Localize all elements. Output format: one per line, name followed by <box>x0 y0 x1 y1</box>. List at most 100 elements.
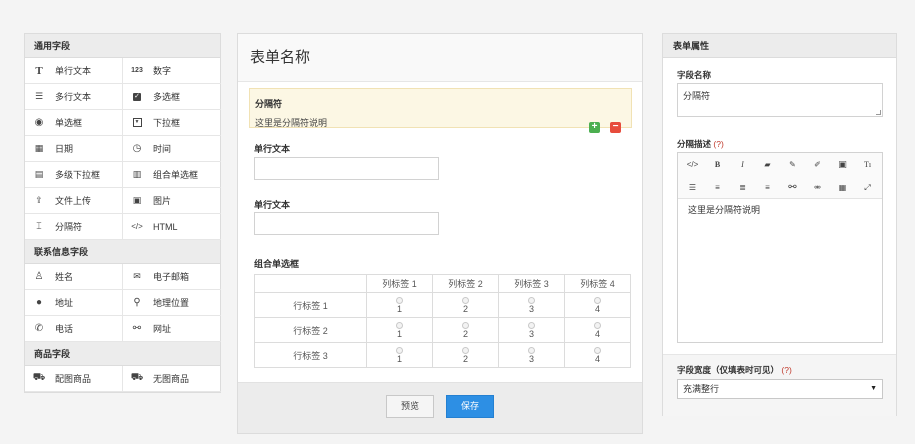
matrix-cell: 3 <box>498 342 565 368</box>
palette-item-label: 电话 <box>55 324 74 334</box>
radio-value: 3 <box>528 303 534 314</box>
align-left-icon[interactable]: ≡ <box>705 176 730 199</box>
palette-section-title: 通用字段 <box>25 34 220 58</box>
separator-actions: + − <box>589 122 621 133</box>
pencil-icon[interactable]: ✎ <box>780 153 805 176</box>
matrix-option[interactable]: 4 <box>565 296 630 314</box>
separator-field[interactable]: 分隔符 这里是分隔符说明 + − <box>249 88 632 133</box>
save-button[interactable]: 保存 <box>446 395 494 418</box>
link-icon[interactable]: ⚯ <box>780 176 805 199</box>
matrix-option[interactable]: 2 <box>433 296 498 314</box>
radio-button[interactable] <box>462 346 469 354</box>
align-right-icon[interactable]: ≡ <box>755 176 780 199</box>
matrix-option[interactable]: 1 <box>367 321 432 339</box>
radio-button[interactable] <box>528 346 535 354</box>
palette-item-label: 下拉框 <box>153 118 181 128</box>
palette-item[interactable]: ⌶ 分隔符 <box>25 214 123 240</box>
fullscreen-icon[interactable]: ⤢ <box>855 176 880 199</box>
radio-button[interactable] <box>594 346 601 354</box>
single-line-input[interactable] <box>254 212 439 235</box>
palette-item[interactable]: ◷ 时间 <box>123 136 221 162</box>
palette-item[interactable]: T 单行文本 <box>25 58 123 84</box>
number-icon: 123 <box>131 67 143 74</box>
field-name-value: 分隔符 <box>683 91 711 101</box>
matrix-option[interactable]: 2 <box>433 321 498 339</box>
palette-item[interactable]: ⚲ 地理位置 <box>123 290 221 316</box>
palette-item[interactable]: ✉ 电子邮箱 <box>123 264 221 290</box>
palette-item[interactable]: ⇪ 文件上传 <box>25 188 123 214</box>
remove-field-icon[interactable]: − <box>610 122 621 133</box>
image-icon[interactable]: ▣ <box>830 153 855 176</box>
palette-item[interactable]: ● 地址 <box>25 290 123 316</box>
palette-item[interactable]: ▣ 图片 <box>123 188 221 214</box>
palette-item[interactable]: ✓ 多选框 <box>123 84 221 110</box>
radio-button[interactable] <box>396 346 403 354</box>
palette-item[interactable]: ▤ 多级下拉框 <box>25 162 123 188</box>
width-select[interactable]: 充满整行 ▼ <box>677 379 883 399</box>
calendar-icon: ▦ <box>34 143 44 153</box>
unlink-icon[interactable]: ⚮ <box>805 176 830 199</box>
palette-item-label: 单选框 <box>55 118 83 128</box>
editor-content[interactable]: 这里是分隔符说明 <box>678 199 882 220</box>
radio-button[interactable] <box>528 296 535 304</box>
palette-item[interactable]: 123 数字 <box>123 58 221 84</box>
matrix-column-header: 列标签 4 <box>564 274 631 293</box>
matrix-row: 行标签 1 1 2 3 4 <box>254 292 631 318</box>
palette-item[interactable]: ✆ 电话 <box>25 316 123 342</box>
phone-icon: ✆ <box>34 323 44 334</box>
radio-button[interactable] <box>594 321 601 329</box>
field-name-textarea[interactable]: 分隔符 <box>677 83 883 117</box>
add-field-icon[interactable]: + <box>589 122 600 133</box>
field-label: 单行文本 <box>254 144 291 154</box>
radio-button[interactable] <box>462 321 469 329</box>
radio-button[interactable] <box>462 296 469 304</box>
checkbox-icon: ✓ <box>133 92 141 101</box>
palette-item[interactable]: ▥ 组合单选框 <box>123 162 221 188</box>
help-link[interactable]: (?) <box>713 139 723 149</box>
help-link[interactable]: (?) <box>781 365 791 375</box>
palette-item[interactable]: ☰ 多行文本 <box>25 84 123 110</box>
list-icon[interactable]: ☰ <box>680 176 705 199</box>
matrix-option[interactable]: 4 <box>565 346 630 364</box>
preview-button[interactable]: 预览 <box>386 395 434 418</box>
single-line-input[interactable] <box>254 157 439 180</box>
matrix-option[interactable]: 3 <box>499 321 564 339</box>
radio-button[interactable] <box>594 296 601 304</box>
radio-button[interactable] <box>396 321 403 329</box>
text-size-icon[interactable]: Tı <box>855 153 880 176</box>
palette-item[interactable]: ⛟ 无图商品 <box>123 366 221 392</box>
matrix-option[interactable]: 3 <box>499 296 564 314</box>
matrix-option[interactable]: 2 <box>433 346 498 364</box>
code-icon[interactable]: </> <box>680 153 705 176</box>
palette-item-label: 地理位置 <box>153 298 190 308</box>
eraser-icon[interactable]: ▰ <box>755 153 780 176</box>
palette-item[interactable]: </> HTML <box>123 214 221 240</box>
matrix-option[interactable]: 1 <box>367 296 432 314</box>
properties-panel: 表单属性 字段名称 分隔符 分隔描述 (?) </> B I ▰ ✎ ✐ ▣ Tı ☰ ≡ ≣ ≡ ⚯ ⚮… <box>662 33 897 416</box>
form-title[interactable]: 表单名称 <box>238 34 642 82</box>
italic-icon[interactable]: I <box>730 153 755 176</box>
palette-item[interactable]: ◉ 单选框 <box>25 110 123 136</box>
resize-grip-icon[interactable] <box>876 110 881 115</box>
align-center-icon[interactable]: ≣ <box>730 176 755 199</box>
matrix-row: 行标签 2 1 2 3 4 <box>254 317 631 343</box>
radio-button[interactable] <box>528 321 535 329</box>
palette-item[interactable]: ♙ 姓名 <box>25 264 123 290</box>
text-icon: T <box>35 64 43 77</box>
bold-icon[interactable]: B <box>705 153 730 176</box>
matrix-option[interactable]: 1 <box>367 346 432 364</box>
palette-item[interactable]: ⛟ 配图商品 <box>25 366 123 392</box>
palette-item[interactable]: ⚯ 网址 <box>123 316 221 342</box>
paragraph-icon: ☰ <box>34 91 44 101</box>
rich-text-editor[interactable]: </> B I ▰ ✎ ✐ ▣ Tı ☰ ≡ ≣ ≡ ⚯ ⚮ ▦ ⤢ 这里是分隔符说明 <box>677 152 883 343</box>
palette-item[interactable]: ▼ 下拉框 <box>123 110 221 136</box>
brush-icon[interactable]: ✐ <box>805 153 830 176</box>
palette-item[interactable]: ▦ 日期 <box>25 136 123 162</box>
radio-button[interactable] <box>396 296 403 304</box>
matrix-option[interactable]: 4 <box>565 321 630 339</box>
matrix-cell: 4 <box>564 317 631 343</box>
palette-item-label: 文件上传 <box>55 196 92 206</box>
palette-section-title: 商品字段 <box>25 342 220 366</box>
table-icon[interactable]: ▦ <box>830 176 855 199</box>
matrix-option[interactable]: 3 <box>499 346 564 364</box>
